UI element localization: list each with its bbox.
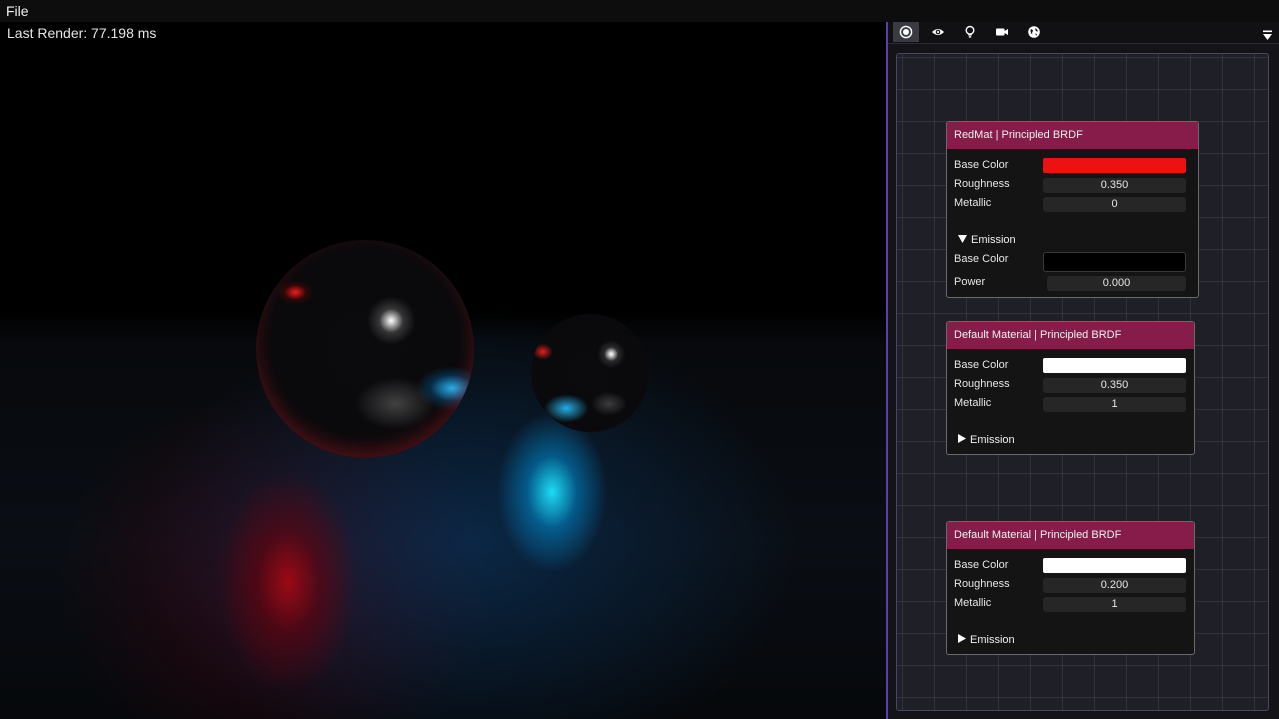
emission-label: Emission [970, 434, 1015, 446]
base-color-label: Base Color [954, 159, 1009, 171]
panel-toolbar [888, 22, 1279, 44]
panel-options-button[interactable] [1262, 28, 1273, 46]
file-menu[interactable]: File [0, 0, 35, 22]
emission-section-toggle[interactable]: Emission [958, 634, 1015, 646]
large-sphere [256, 240, 474, 458]
metallic-label: Metallic [954, 197, 992, 209]
collapsed-triangle-icon [958, 634, 966, 646]
dropdown-triangle-icon [1263, 30, 1272, 40]
metallic-label: Metallic [954, 397, 992, 409]
roughness-label: Roughness [954, 378, 1010, 390]
metallic-field[interactable]: 0 [1043, 197, 1186, 212]
world-tab-button[interactable] [1021, 22, 1047, 42]
metallic-field[interactable]: 1 [1043, 397, 1186, 412]
node-title: Default Material | Principled BRDF [947, 522, 1194, 549]
camera-icon [996, 28, 1008, 36]
base-color-label: Base Color [954, 359, 1009, 371]
base-color-label: Base Color [954, 559, 1009, 571]
power-field[interactable]: 0.000 [1047, 276, 1186, 291]
eye-icon [932, 29, 944, 35]
metallic-field[interactable]: 1 [1043, 597, 1186, 612]
base-color-swatch[interactable] [1043, 558, 1186, 573]
base-color-swatch[interactable] [1043, 158, 1186, 173]
material-tab-button[interactable] [893, 22, 919, 42]
node-title: Default Material | Principled BRDF [947, 322, 1194, 349]
emission-color-swatch[interactable] [1043, 252, 1186, 272]
roughness-label: Roughness [954, 178, 1010, 190]
power-label: Power [954, 276, 986, 288]
roughness-label: Roughness [954, 578, 1010, 590]
small-sphere [531, 314, 649, 432]
collapsed-triangle-icon [958, 434, 966, 446]
lights-tab-button[interactable] [957, 22, 983, 42]
properties-panel: RedMat | Principled BRDF Base Color Roug… [888, 22, 1279, 719]
menu-bar: File [0, 0, 1279, 22]
record-icon [899, 25, 913, 39]
material-node[interactable]: RedMat | Principled BRDF Base Color Roug… [946, 121, 1199, 298]
render-viewport[interactable]: Last Render: 77.198 ms [0, 22, 886, 719]
emission-label: Emission [971, 234, 1016, 246]
emission-base-color-label: Base Color [954, 253, 1009, 265]
node-title: RedMat | Principled BRDF [947, 122, 1198, 149]
roughness-field[interactable]: 0.200 [1043, 578, 1186, 593]
globe-icon [1028, 26, 1040, 38]
expanded-triangle-icon [958, 234, 967, 246]
node-editor-canvas[interactable]: RedMat | Principled BRDF Base Color Roug… [896, 53, 1269, 711]
emission-label: Emission [970, 634, 1015, 646]
material-node[interactable]: Default Material | Principled BRDF Base … [946, 321, 1195, 455]
metallic-label: Metallic [954, 597, 992, 609]
lightbulb-icon [965, 25, 975, 38]
roughness-field[interactable]: 0.350 [1043, 378, 1186, 393]
view-tab-button[interactable] [925, 22, 951, 42]
emission-section-toggle[interactable]: Emission [958, 434, 1015, 446]
material-node[interactable]: Default Material | Principled BRDF Base … [946, 521, 1195, 655]
base-color-swatch[interactable] [1043, 358, 1186, 373]
emission-section-toggle[interactable]: Emission [958, 234, 1016, 246]
last-render-time: Last Render: 77.198 ms [7, 25, 157, 41]
roughness-field[interactable]: 0.350 [1043, 178, 1186, 193]
camera-tab-button[interactable] [989, 22, 1015, 42]
